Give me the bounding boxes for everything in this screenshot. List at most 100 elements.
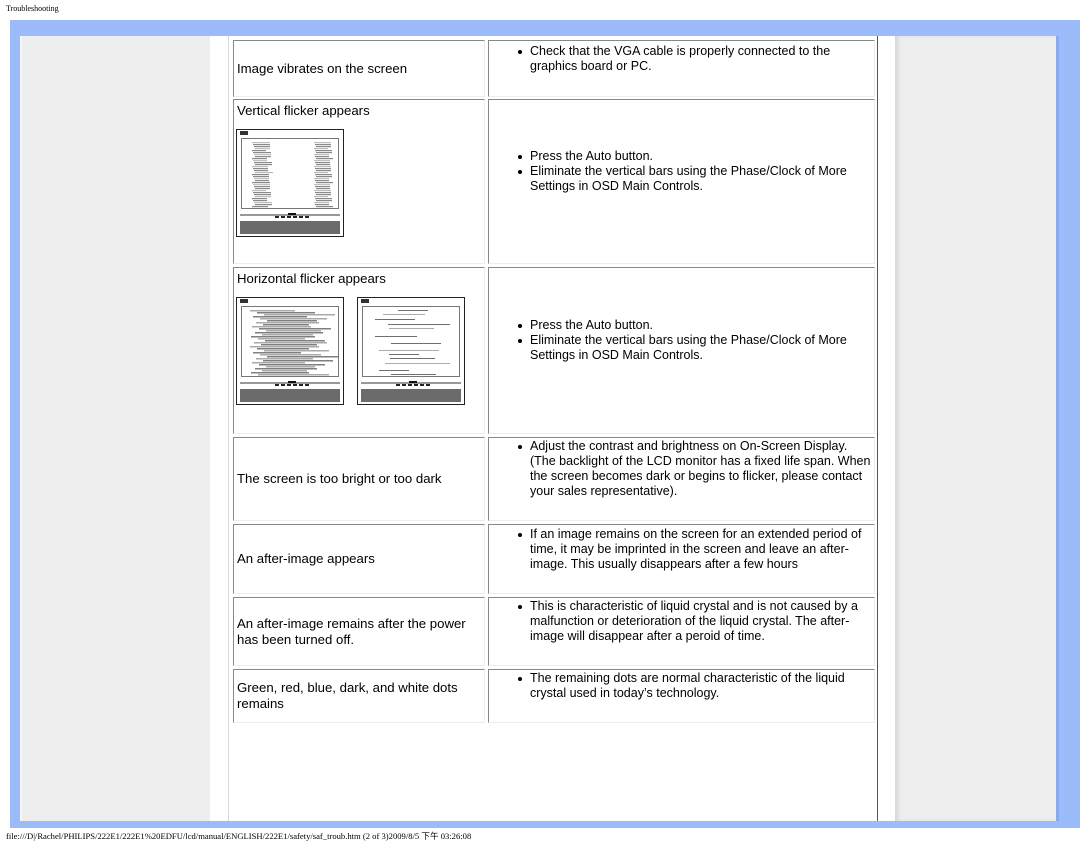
illustration-bar — [314, 208, 330, 209]
illustration-bar — [254, 170, 268, 172]
illustration-bar — [316, 170, 331, 172]
illustration-bar — [315, 168, 331, 170]
illustration-bar — [375, 336, 417, 337]
illustration-bar — [256, 358, 313, 360]
illustration-bar — [263, 360, 333, 362]
problem-cell: The screen is too bright or too dark — [233, 437, 485, 521]
illustration-bar — [255, 332, 323, 334]
illustration-bar — [252, 206, 268, 208]
problem-text: Horizontal flicker appears — [237, 271, 386, 286]
problem-cell: Vertical flicker appears — [233, 99, 485, 264]
monitor-bezel — [240, 389, 340, 402]
illustration-bar — [253, 144, 270, 146]
illustration-bar — [252, 362, 305, 364]
illustration-bar — [258, 338, 305, 340]
illustration-bar — [260, 354, 321, 356]
illustration-bar — [262, 334, 313, 336]
illustration-bar — [385, 363, 450, 364]
troubleshooting-row: An after-image remains after the power h… — [233, 597, 875, 666]
illustration-bar — [253, 184, 270, 186]
illustration-bar — [257, 312, 315, 314]
problem-cell: Horizontal flicker appears — [233, 267, 485, 434]
illustration-bar — [314, 178, 329, 180]
illustration-bar — [316, 158, 333, 160]
solution-cell: Adjust the contrast and brightness on On… — [488, 437, 875, 521]
illustration-bar — [255, 188, 270, 190]
illustration-bar — [315, 144, 331, 146]
illustration-bar — [379, 350, 439, 351]
illustration-bar — [261, 344, 317, 346]
left-sidebar-panel — [20, 36, 210, 821]
illustration-bar — [314, 184, 330, 186]
illustration-bar — [265, 340, 325, 342]
right-sidebar-panel — [895, 36, 1056, 821]
problem-cell: Image vibrates on the screen — [233, 40, 485, 97]
troubleshooting-row: An after-image appears If an image remai… — [233, 524, 875, 594]
monitor-bezel — [240, 221, 340, 234]
solution-item: Check that the VGA cable is properly con… — [518, 44, 874, 74]
illustration-bar — [266, 330, 321, 332]
illustration-bar — [254, 146, 270, 148]
illustration-bar — [314, 154, 329, 156]
illustration-bar — [253, 200, 267, 202]
solution-list: If an image remains on the screen for an… — [489, 527, 874, 572]
illustration-bar — [314, 166, 331, 168]
vertical-bars-graphic — [252, 142, 333, 209]
problem-text: An after-image appears — [237, 551, 375, 566]
brand-logo-icon — [240, 299, 248, 303]
solution-cell: Press the Auto button. Eliminate the ver… — [488, 99, 875, 264]
solution-list: The remaining dots are normal characteri… — [489, 671, 874, 701]
illustration-bar — [314, 202, 329, 204]
troubleshooting-row: The screen is too bright or too dark Adj… — [233, 437, 875, 521]
illustration-bar — [390, 358, 435, 359]
problem-cell: An after-image remains after the power h… — [233, 597, 485, 666]
illustration-bar — [254, 154, 271, 156]
illustration-bar — [314, 160, 330, 162]
illustration-bar — [316, 176, 332, 178]
illustration-bar — [315, 162, 330, 164]
illustration-bar — [256, 322, 319, 324]
solution-item: Adjust the contrast and brightness on On… — [518, 439, 874, 499]
illustration-bar — [398, 310, 428, 311]
illustration-bar — [391, 343, 441, 344]
illustration-bar — [255, 156, 271, 158]
solution-cell: Press the Auto button. Eliminate the ver… — [488, 267, 875, 434]
illustration-bar — [250, 346, 319, 348]
monitor-screen — [241, 306, 339, 377]
illustration-bar — [263, 324, 309, 326]
problem-text: The screen is too bright or too dark — [237, 471, 442, 486]
illustration-bar — [252, 198, 267, 200]
illustration-bar — [255, 368, 317, 370]
illustration-bar — [255, 196, 271, 198]
illustration-bar — [391, 374, 436, 375]
illustration-bar — [314, 148, 328, 150]
solution-item: This is characteristic of liquid crystal… — [518, 599, 874, 644]
illustration-bar — [258, 374, 329, 376]
troubleshooting-row: Vertical flicker appears Press the Auto … — [233, 99, 875, 264]
illustration-bar — [259, 364, 325, 366]
illustration-bar — [253, 160, 267, 162]
monitor-buttons — [396, 384, 432, 386]
illustration-bar — [252, 174, 269, 176]
page-header: Troubleshooting — [6, 4, 59, 13]
illustration-bar — [262, 370, 307, 372]
solution-list: Press the Auto button. Eliminate the ver… — [489, 149, 874, 194]
illustration-bar — [255, 164, 272, 166]
solution-list: Adjust the contrast and brightness on On… — [489, 439, 874, 499]
content-divider-left — [228, 36, 229, 821]
solution-list: This is characteristic of liquid crystal… — [489, 599, 874, 644]
illustration-bar — [252, 158, 267, 160]
vertical-flicker-illustration — [236, 129, 344, 237]
monitor-screen — [362, 306, 460, 377]
solution-item: Eliminate the vertical bars using the Ph… — [518, 164, 874, 194]
brand-logo-icon — [240, 131, 248, 135]
solution-item: Press the Auto button. — [518, 149, 874, 164]
illustration-bar — [316, 152, 332, 154]
illustration-bar — [252, 326, 311, 328]
illustration-bar — [388, 324, 450, 325]
illustration-bar — [375, 319, 415, 320]
illustration-bar — [254, 202, 272, 204]
illustration-bar — [253, 316, 307, 318]
illustration-bar — [316, 164, 330, 166]
illustration-bar — [389, 354, 419, 355]
